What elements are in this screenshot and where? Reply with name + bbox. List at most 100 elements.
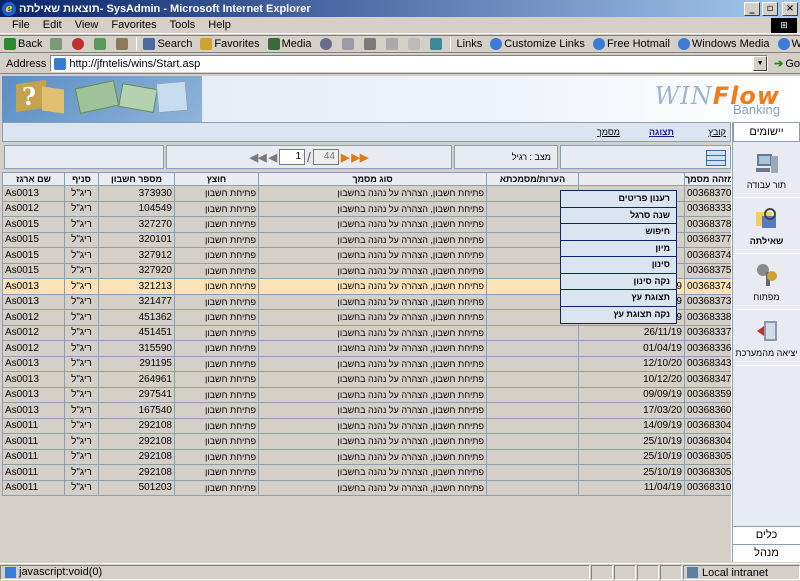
table-cell: 003683054 [684, 464, 731, 481]
applications-sidebar: יישומים תור עבודה שאילתה מפתוח יציאה מהמ… [732, 122, 800, 562]
last-page-icon[interactable]: ▶▶ [351, 151, 368, 164]
status-message: javascript:void(0) [19, 566, 103, 578]
link-hotmail[interactable]: Free Hotmail [589, 38, 674, 50]
menu-help[interactable]: Help [201, 19, 237, 31]
table-cell: 003683045 [684, 417, 731, 434]
table-row[interactable]: As0013 ריג"ל 167540 פתיחת חשבון פתיחת חשבון,… [2, 402, 731, 419]
menu-file[interactable]: File [0, 19, 36, 31]
column-header[interactable] [578, 172, 685, 186]
table-row[interactable]: As0013 ריג"ל 264961 פתיחת חשבון פתיחת חשבון,… [2, 371, 731, 388]
minimize-button[interactable]: _ [744, 1, 760, 16]
menu-document-hebrew[interactable]: מסמך [597, 127, 620, 137]
sidebar-item-indexing[interactable]: מפתוח [733, 254, 800, 310]
table-cell: 26/11/19 [578, 324, 685, 341]
dropdown-item-clear-filter[interactable]: נקה סינון [561, 274, 676, 290]
link-windows-media[interactable]: Windows Media [674, 38, 774, 50]
menu-file-hebrew[interactable]: קובץ [708, 127, 726, 137]
table-row[interactable]: As0011 ריג"ל 292108 פתיחת חשבון פתיחת חשבון,… [2, 433, 731, 450]
refresh-button[interactable] [90, 38, 112, 50]
table-cell: 11/04/19 [578, 479, 685, 496]
table-row[interactable]: As0011 ריג"ל 292108 פתיחת חשבון פתיחת חשבון,… [2, 417, 731, 434]
column-header[interactable]: מזהה מסמך [684, 172, 731, 186]
search-button[interactable]: Search [139, 38, 196, 50]
menu-view-hebrew[interactable]: תצוגה [649, 127, 674, 137]
sidebar-item-exit[interactable]: יציאה מהמערכת [733, 310, 800, 366]
app-menu-bar: קובץ תצוגה מסמך [2, 122, 731, 142]
table-cell: פתיחת חשבון [174, 340, 259, 357]
dropdown-item-clear-tree-view[interactable]: נקה תצוגת עץ [561, 307, 676, 324]
link-customize[interactable]: Customize Links [486, 38, 589, 50]
table-cell: As0013 [2, 386, 65, 403]
table-cell: 09/09/19 [578, 386, 685, 403]
dropdown-item-filter[interactable]: סינון [561, 257, 676, 274]
view-dropdown-menu: רענון פריטים שנה סרגל חיפוש מיון סינון נ… [560, 190, 677, 324]
table-cell: ריג"ל [64, 340, 99, 357]
stop-button[interactable] [68, 38, 90, 50]
sidebar-item-work-queue[interactable]: תור עבודה [733, 142, 800, 198]
dropdown-item-tree-view[interactable]: תצוגת עץ [561, 290, 676, 307]
column-header[interactable]: מספר חשבון [98, 172, 175, 186]
menu-view[interactable]: View [68, 19, 105, 31]
close-button[interactable]: × [782, 1, 798, 16]
mail-button[interactable] [338, 38, 360, 50]
table-cell [486, 402, 579, 419]
sidebar-tools-button[interactable]: כלים [733, 526, 800, 544]
column-header[interactable]: הערות/מסמכתא [486, 172, 579, 186]
messenger-button[interactable] [426, 38, 448, 50]
table-cell: 003683367 [684, 340, 731, 357]
table-row[interactable]: As0013 ריג"ל 297541 פתיחת חשבון פתיחת חשבון,… [2, 386, 731, 403]
home-button[interactable] [112, 38, 134, 50]
table-row[interactable]: As0012 ריג"ל 451451 פתיחת חשבון פתיחת חשבון,… [2, 324, 731, 341]
toolbar-separator [449, 37, 451, 51]
media-button[interactable]: Media [264, 38, 316, 50]
grid-view-icon[interactable] [706, 150, 726, 166]
go-button[interactable]: ➔ Go [774, 57, 800, 71]
page-input[interactable]: 1 [279, 149, 306, 165]
print-button[interactable] [360, 38, 382, 50]
table-cell: 003683749 [684, 247, 731, 264]
next-page-icon[interactable]: ▶ [341, 151, 349, 164]
maximize-button[interactable]: ▫ [762, 1, 778, 16]
sidebar-item-query[interactable]: שאילתה [733, 198, 800, 254]
sidebar-item-label: שאילתה [749, 235, 784, 246]
history-button[interactable] [316, 38, 338, 50]
menu-edit[interactable]: Edit [36, 19, 68, 31]
back-button[interactable]: Back [0, 38, 46, 50]
forward-button[interactable] [46, 38, 68, 50]
address-dropdown-arrow-icon[interactable]: ▼ [753, 56, 768, 71]
column-header[interactable]: סוג מסמך [258, 172, 487, 186]
sidebar-admin-button[interactable]: מנהל [733, 544, 800, 562]
column-header[interactable]: שם ארגז [2, 172, 65, 186]
favorites-button[interactable]: Favorites [196, 38, 263, 50]
column-header[interactable]: חוצץ [174, 172, 259, 186]
dropdown-item-search[interactable]: חיפוש [561, 224, 676, 241]
discuss-button[interactable] [404, 38, 426, 50]
table-row[interactable]: As0012 ריג"ל 315590 פתיחת חשבון פתיחת חשבון,… [2, 340, 731, 357]
go-arrow-icon: ➔ [774, 58, 784, 70]
table-cell: ריג"ל [64, 355, 99, 372]
first-page-icon[interactable]: ◀◀ [250, 151, 267, 164]
table-cell: ריג"ל [64, 247, 99, 264]
menu-tools[interactable]: Tools [163, 19, 202, 31]
link-label: Windows Media [691, 38, 770, 50]
menu-favorites[interactable]: Favorites [104, 19, 162, 31]
link-windows[interactable]: Windows [774, 38, 800, 50]
column-header[interactable]: סניף [64, 172, 99, 186]
dropdown-item-change-bar[interactable]: שנה סרגל [561, 208, 676, 224]
table-row[interactable]: As0013 ריג"ל 291195 פתיחת חשבון פתיחת חשבון,… [2, 355, 731, 372]
dropdown-item-sort[interactable]: מיון [561, 241, 676, 257]
edit-button[interactable] [382, 38, 404, 50]
title-bar: e תוצאות שאילתה- SysAdmin - Microsoft In… [0, 0, 800, 17]
address-input[interactable]: http://jfntelis/wins/Start.asp ▼ [50, 55, 769, 72]
table-cell: פתיחת חשבון, הצהרה על נהנה בחשבון [258, 231, 487, 248]
toolbar-separator [136, 37, 138, 51]
table-cell: As0015 [2, 262, 65, 279]
table-row[interactable]: As0011 ריג"ל 292108 פתיחת חשבון פתיחת חשבון,… [2, 464, 731, 481]
table-cell [486, 371, 579, 388]
dropdown-item-refresh[interactable]: רענון פריטים [561, 191, 676, 208]
table-cell: פתיחת חשבון, הצהרה על נהנה בחשבון [258, 464, 487, 481]
prev-page-icon[interactable]: ◀ [269, 151, 277, 164]
table-row[interactable]: As0011 ריג"ל 292108 פתיחת חשבון פתיחת חשבון,… [2, 448, 731, 465]
table-row[interactable]: As0011 ריג"ל 501203 פתיחת חשבון פתיחת חשבון,… [2, 479, 731, 496]
table-cell: 292108 [98, 448, 175, 465]
